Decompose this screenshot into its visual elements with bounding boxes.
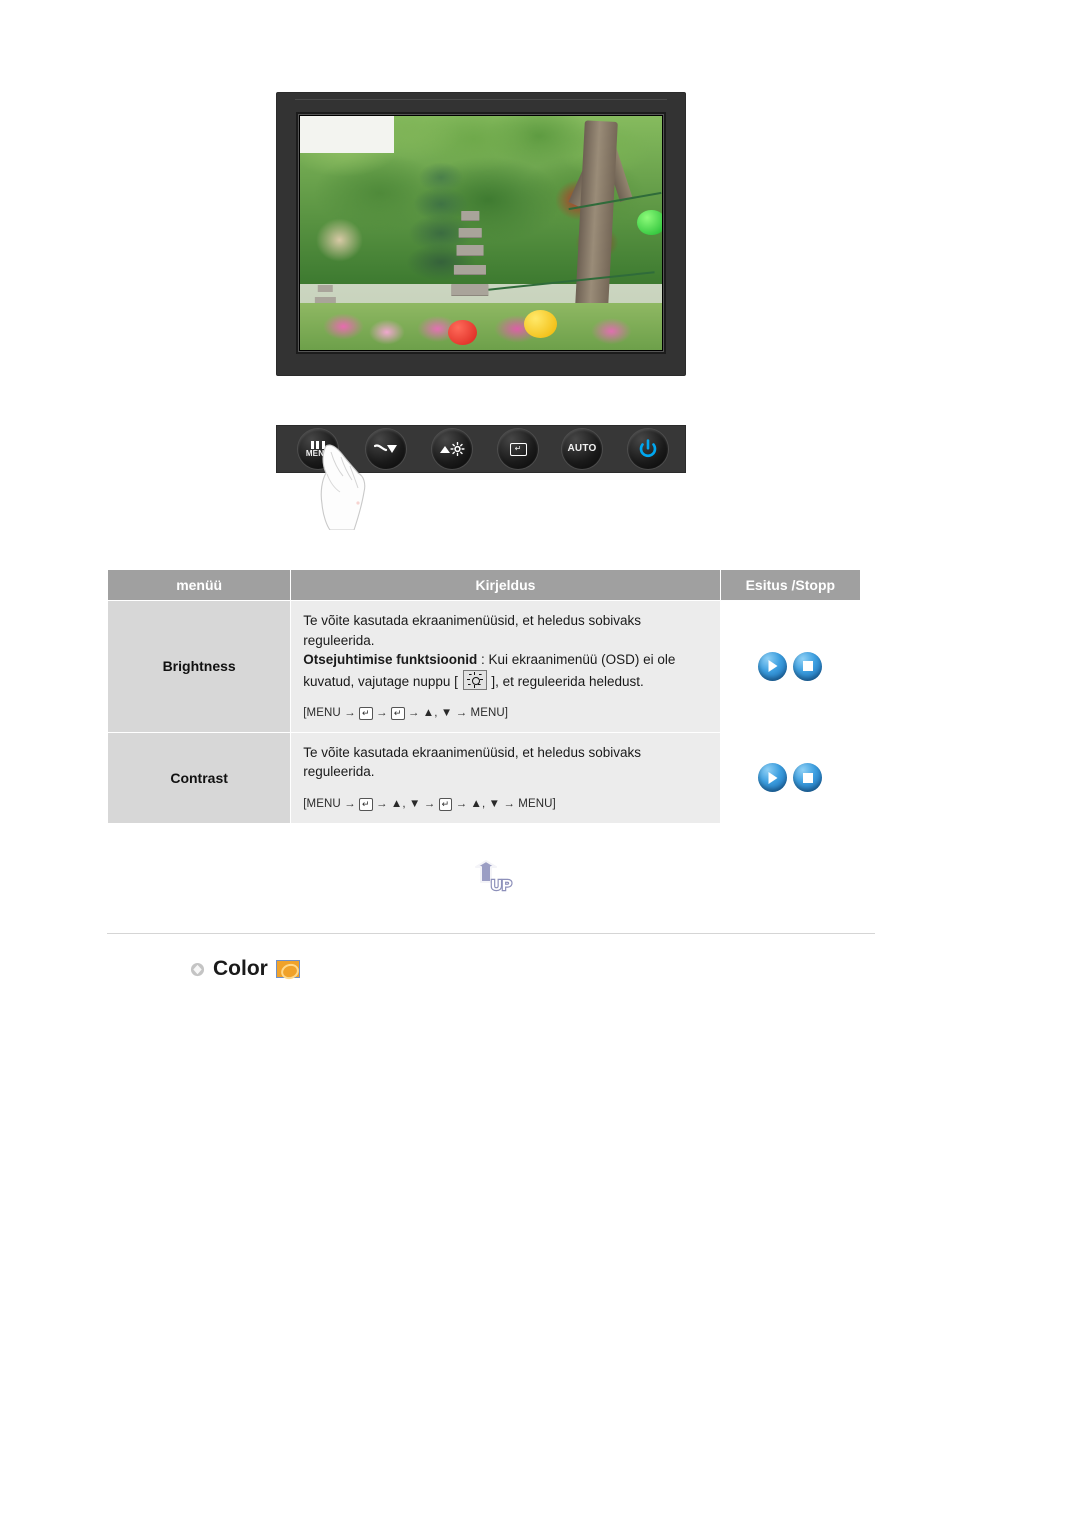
desc-sentence-1: Te võite kasutada ekraanimenüüsid, et he…	[303, 744, 641, 780]
desc-bold-term: Otsejuhtimise funktsioonid	[303, 652, 478, 668]
monitor-control-panel: MENU ↵ AUTO	[276, 425, 686, 473]
flower-bed	[300, 303, 662, 350]
updown-key-icon: ▲, ▼	[390, 798, 421, 811]
play-button[interactable]	[758, 763, 788, 793]
monitor-screen-image	[300, 116, 662, 350]
section-divider	[107, 933, 875, 934]
updown-key-icon: ▲, ▼	[470, 798, 501, 811]
color-swatch-icon	[275, 960, 300, 978]
pale-bush	[307, 209, 373, 271]
menu-button-label: MENU	[305, 448, 331, 458]
brightness-button[interactable]	[432, 429, 472, 469]
column-header-description: Kirjeldus	[290, 569, 721, 601]
enter-button[interactable]: ↵	[498, 429, 538, 469]
bullet-diamond-icon	[190, 962, 205, 976]
enter-return-icon: ↵	[509, 442, 527, 456]
scroll-to-top-button[interactable]: UP	[458, 860, 516, 902]
up-button-label: UP	[491, 877, 512, 894]
desc-after-bold-b: ], et reguleerida heledust.	[487, 673, 644, 689]
enter-key-icon: ↵	[438, 797, 453, 811]
enter-key-icon: ↵	[390, 706, 405, 720]
description-brightness: Te võite kasutada ekraanimenüüsid, et he…	[290, 600, 721, 733]
play-button[interactable]	[758, 651, 788, 681]
column-header-control: Esitus /Stopp	[719, 569, 862, 601]
down-arrow-icon	[374, 444, 397, 453]
description-contrast: Te võite kasutada ekraanimenüüsid, et he…	[290, 731, 721, 824]
up-arrow-icon: UP	[475, 860, 513, 895]
column-header-menu: menüü	[106, 569, 292, 601]
auto-button[interactable]: AUTO	[562, 429, 602, 469]
section-title-text: Color	[213, 957, 268, 980]
desc-sentence-1: Te võite kasutada ekraanimenüüsid, et he…	[303, 613, 641, 648]
path-suffix: MENU]	[518, 798, 556, 811]
monitor-illustration	[276, 92, 686, 376]
auto-button-label: AUTO	[567, 443, 597, 454]
table-header-row: menüü Kirjeldus Esitus /Stopp	[106, 569, 862, 601]
stop-button[interactable]	[793, 763, 823, 793]
brightness-sun-icon	[462, 669, 487, 690]
menu-bars-icon	[310, 440, 325, 449]
enter-key-icon: ↵	[359, 797, 373, 811]
menu-name-brightness: Brightness	[106, 600, 292, 733]
osd-path-contrast: [MENU → ↵ → ▲, ▼ → ↵ → ▲, ▼ → MENU]	[303, 797, 556, 811]
down-button[interactable]	[366, 429, 406, 469]
table-row: Contrast Te võite kasutada ekraanimenüüs…	[106, 731, 862, 824]
path-suffix: MENU]	[470, 707, 509, 720]
path-prefix: [MENU	[303, 707, 341, 720]
enter-key-icon: ↵	[359, 706, 373, 720]
menu-button[interactable]: MENU	[298, 429, 338, 469]
power-button[interactable]	[628, 429, 668, 469]
updown-key-icon: ▲, ▼	[422, 707, 453, 720]
power-icon	[639, 439, 657, 458]
control-cell-contrast	[719, 731, 862, 824]
osd-path-brightness: [MENU → ↵ → ↵ → ▲, ▼ → MENU]	[303, 706, 509, 720]
section-heading-color: Color	[190, 957, 300, 981]
stop-button[interactable]	[793, 651, 823, 681]
table-row: Brightness Te võite kasutada ekraanimenü…	[106, 600, 862, 733]
osd-functions-table: menüü Kirjeldus Esitus /Stopp Brightness…	[106, 569, 862, 824]
monitor-screen-frame	[296, 112, 666, 354]
control-cell-brightness	[719, 600, 862, 733]
green-lantern	[636, 209, 662, 236]
menu-name-contrast: Contrast	[106, 731, 292, 824]
sky-patch	[300, 116, 395, 154]
brightness-sun-icon	[440, 442, 465, 456]
path-prefix: [MENU	[303, 798, 341, 811]
